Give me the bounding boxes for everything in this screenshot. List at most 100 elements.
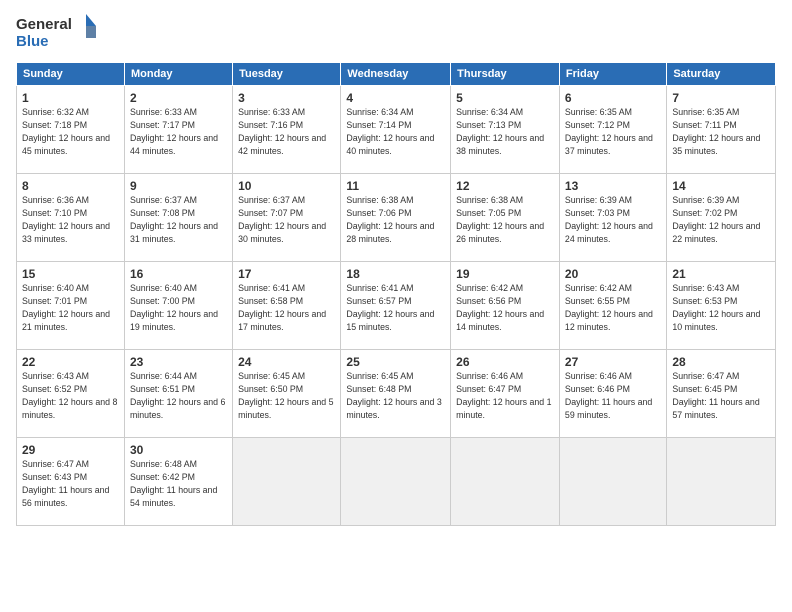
day-info: Sunrise: 6:40 AMSunset: 7:00 PMDaylight:… xyxy=(130,283,218,331)
day-number: 3 xyxy=(238,90,335,106)
calendar-week-5: 29 Sunrise: 6:47 AMSunset: 6:43 PMDaylig… xyxy=(17,438,776,526)
calendar-table: SundayMondayTuesdayWednesdayThursdayFrid… xyxy=(16,62,776,526)
day-header-saturday: Saturday xyxy=(667,63,776,86)
day-number: 16 xyxy=(130,266,227,282)
calendar-cell: 13 Sunrise: 6:39 AMSunset: 7:03 PMDaylig… xyxy=(559,174,666,262)
day-number: 12 xyxy=(456,178,554,194)
day-header-wednesday: Wednesday xyxy=(341,63,451,86)
day-header-tuesday: Tuesday xyxy=(233,63,341,86)
day-number: 8 xyxy=(22,178,119,194)
day-info: Sunrise: 6:38 AMSunset: 7:06 PMDaylight:… xyxy=(346,195,434,243)
day-number: 6 xyxy=(565,90,661,106)
calendar-cell xyxy=(341,438,451,526)
day-info: Sunrise: 6:42 AMSunset: 6:56 PMDaylight:… xyxy=(456,283,544,331)
calendar-cell: 24 Sunrise: 6:45 AMSunset: 6:50 PMDaylig… xyxy=(233,350,341,438)
day-number: 1 xyxy=(22,90,119,106)
header: General Blue xyxy=(16,12,776,54)
day-number: 17 xyxy=(238,266,335,282)
day-number: 19 xyxy=(456,266,554,282)
day-number: 18 xyxy=(346,266,445,282)
calendar-cell: 9 Sunrise: 6:37 AMSunset: 7:08 PMDayligh… xyxy=(124,174,232,262)
day-info: Sunrise: 6:34 AMSunset: 7:13 PMDaylight:… xyxy=(456,107,544,155)
svg-text:General: General xyxy=(16,16,72,33)
calendar-cell: 11 Sunrise: 6:38 AMSunset: 7:06 PMDaylig… xyxy=(341,174,451,262)
day-number: 11 xyxy=(346,178,445,194)
page: General Blue SundayMondayTuesdayWednesda… xyxy=(0,0,792,612)
calendar-cell: 14 Sunrise: 6:39 AMSunset: 7:02 PMDaylig… xyxy=(667,174,776,262)
day-number: 24 xyxy=(238,354,335,370)
day-number: 29 xyxy=(22,442,119,458)
day-info: Sunrise: 6:35 AMSunset: 7:12 PMDaylight:… xyxy=(565,107,653,155)
calendar-cell: 18 Sunrise: 6:41 AMSunset: 6:57 PMDaylig… xyxy=(341,262,451,350)
day-number: 26 xyxy=(456,354,554,370)
day-number: 7 xyxy=(672,90,770,106)
svg-text:Blue: Blue xyxy=(16,33,49,50)
calendar-cell: 28 Sunrise: 6:47 AMSunset: 6:45 PMDaylig… xyxy=(667,350,776,438)
calendar-cell: 7 Sunrise: 6:35 AMSunset: 7:11 PMDayligh… xyxy=(667,86,776,174)
calendar-cell: 16 Sunrise: 6:40 AMSunset: 7:00 PMDaylig… xyxy=(124,262,232,350)
calendar-cell: 15 Sunrise: 6:40 AMSunset: 7:01 PMDaylig… xyxy=(17,262,125,350)
day-info: Sunrise: 6:34 AMSunset: 7:14 PMDaylight:… xyxy=(346,107,434,155)
day-info: Sunrise: 6:32 AMSunset: 7:18 PMDaylight:… xyxy=(22,107,110,155)
calendar-cell: 29 Sunrise: 6:47 AMSunset: 6:43 PMDaylig… xyxy=(17,438,125,526)
calendar-cell xyxy=(667,438,776,526)
calendar-cell: 5 Sunrise: 6:34 AMSunset: 7:13 PMDayligh… xyxy=(451,86,560,174)
day-info: Sunrise: 6:39 AMSunset: 7:03 PMDaylight:… xyxy=(565,195,653,243)
day-header-friday: Friday xyxy=(559,63,666,86)
day-info: Sunrise: 6:43 AMSunset: 6:52 PMDaylight:… xyxy=(22,371,117,419)
day-header-monday: Monday xyxy=(124,63,232,86)
day-info: Sunrise: 6:38 AMSunset: 7:05 PMDaylight:… xyxy=(456,195,544,243)
calendar-week-4: 22 Sunrise: 6:43 AMSunset: 6:52 PMDaylig… xyxy=(17,350,776,438)
calendar-cell: 2 Sunrise: 6:33 AMSunset: 7:17 PMDayligh… xyxy=(124,86,232,174)
calendar-cell: 6 Sunrise: 6:35 AMSunset: 7:12 PMDayligh… xyxy=(559,86,666,174)
day-number: 27 xyxy=(565,354,661,370)
calendar-cell: 27 Sunrise: 6:46 AMSunset: 6:46 PMDaylig… xyxy=(559,350,666,438)
day-number: 13 xyxy=(565,178,661,194)
calendar-cell: 10 Sunrise: 6:37 AMSunset: 7:07 PMDaylig… xyxy=(233,174,341,262)
day-number: 25 xyxy=(346,354,445,370)
day-info: Sunrise: 6:45 AMSunset: 6:48 PMDaylight:… xyxy=(346,371,441,419)
calendar-week-1: 1 Sunrise: 6:32 AMSunset: 7:18 PMDayligh… xyxy=(17,86,776,174)
calendar-cell: 3 Sunrise: 6:33 AMSunset: 7:16 PMDayligh… xyxy=(233,86,341,174)
calendar-cell: 1 Sunrise: 6:32 AMSunset: 7:18 PMDayligh… xyxy=(17,86,125,174)
calendar-cell: 17 Sunrise: 6:41 AMSunset: 6:58 PMDaylig… xyxy=(233,262,341,350)
day-number: 10 xyxy=(238,178,335,194)
day-number: 5 xyxy=(456,90,554,106)
calendar-cell: 19 Sunrise: 6:42 AMSunset: 6:56 PMDaylig… xyxy=(451,262,560,350)
calendar-cell: 23 Sunrise: 6:44 AMSunset: 6:51 PMDaylig… xyxy=(124,350,232,438)
calendar-cell: 30 Sunrise: 6:48 AMSunset: 6:42 PMDaylig… xyxy=(124,438,232,526)
day-info: Sunrise: 6:48 AMSunset: 6:42 PMDaylight:… xyxy=(130,459,217,507)
day-number: 30 xyxy=(130,442,227,458)
calendar-cell: 20 Sunrise: 6:42 AMSunset: 6:55 PMDaylig… xyxy=(559,262,666,350)
day-number: 20 xyxy=(565,266,661,282)
day-header-sunday: Sunday xyxy=(17,63,125,86)
day-info: Sunrise: 6:41 AMSunset: 6:57 PMDaylight:… xyxy=(346,283,434,331)
calendar-cell xyxy=(451,438,560,526)
calendar-week-2: 8 Sunrise: 6:36 AMSunset: 7:10 PMDayligh… xyxy=(17,174,776,262)
calendar-cell: 8 Sunrise: 6:36 AMSunset: 7:10 PMDayligh… xyxy=(17,174,125,262)
day-number: 22 xyxy=(22,354,119,370)
day-info: Sunrise: 6:37 AMSunset: 7:08 PMDaylight:… xyxy=(130,195,218,243)
calendar-cell xyxy=(233,438,341,526)
calendar-cell: 25 Sunrise: 6:45 AMSunset: 6:48 PMDaylig… xyxy=(341,350,451,438)
day-info: Sunrise: 6:40 AMSunset: 7:01 PMDaylight:… xyxy=(22,283,110,331)
calendar-cell: 26 Sunrise: 6:46 AMSunset: 6:47 PMDaylig… xyxy=(451,350,560,438)
day-info: Sunrise: 6:35 AMSunset: 7:11 PMDaylight:… xyxy=(672,107,760,155)
day-info: Sunrise: 6:47 AMSunset: 6:43 PMDaylight:… xyxy=(22,459,109,507)
calendar-cell: 12 Sunrise: 6:38 AMSunset: 7:05 PMDaylig… xyxy=(451,174,560,262)
day-info: Sunrise: 6:33 AMSunset: 7:16 PMDaylight:… xyxy=(238,107,326,155)
day-info: Sunrise: 6:46 AMSunset: 6:47 PMDaylight:… xyxy=(456,371,551,419)
day-info: Sunrise: 6:43 AMSunset: 6:53 PMDaylight:… xyxy=(672,283,760,331)
day-info: Sunrise: 6:41 AMSunset: 6:58 PMDaylight:… xyxy=(238,283,326,331)
day-number: 9 xyxy=(130,178,227,194)
day-info: Sunrise: 6:47 AMSunset: 6:45 PMDaylight:… xyxy=(672,371,759,419)
calendar-header-row: SundayMondayTuesdayWednesdayThursdayFrid… xyxy=(17,63,776,86)
day-number: 15 xyxy=(22,266,119,282)
logo: General Blue xyxy=(16,12,96,54)
day-number: 23 xyxy=(130,354,227,370)
day-header-thursday: Thursday xyxy=(451,63,560,86)
calendar-cell xyxy=(559,438,666,526)
day-info: Sunrise: 6:46 AMSunset: 6:46 PMDaylight:… xyxy=(565,371,652,419)
day-info: Sunrise: 6:44 AMSunset: 6:51 PMDaylight:… xyxy=(130,371,225,419)
day-number: 28 xyxy=(672,354,770,370)
